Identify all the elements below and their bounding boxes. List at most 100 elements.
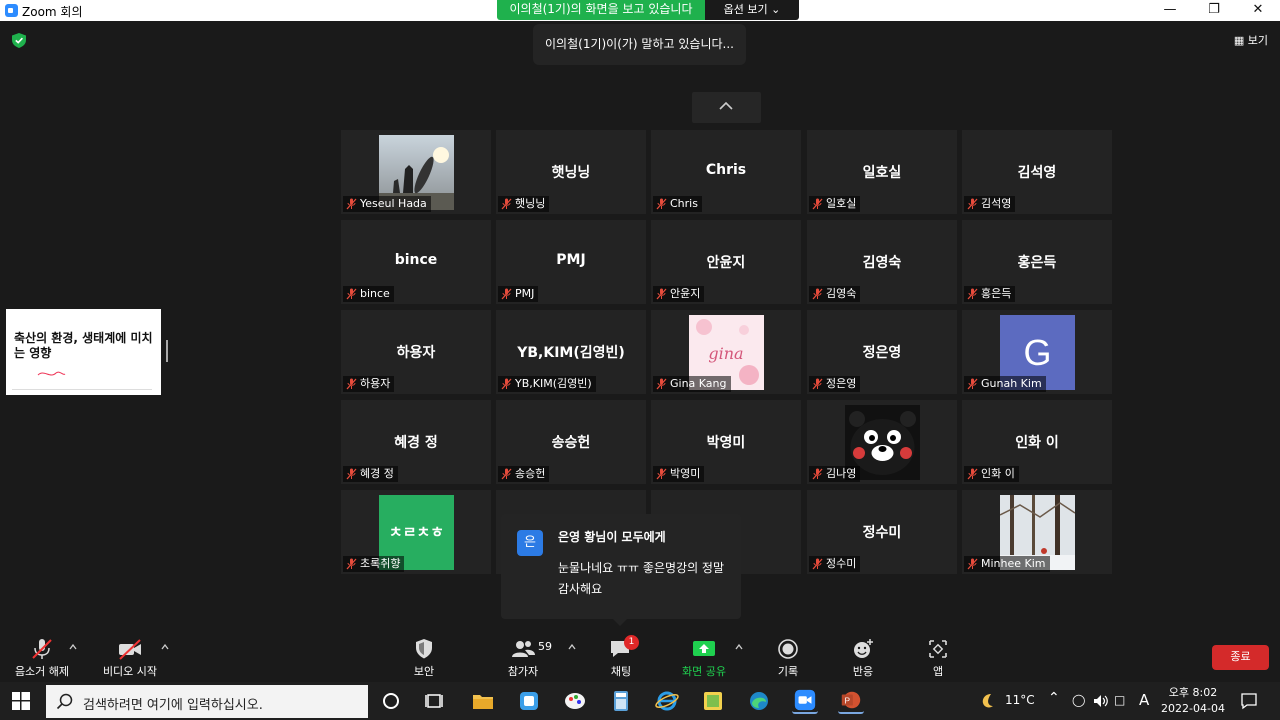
calculator-icon[interactable] bbox=[608, 688, 634, 714]
participant-name-label: 박영미 bbox=[653, 466, 705, 482]
window-title: Zoom 회의 bbox=[22, 5, 83, 19]
taskbar-search-input[interactable]: 검색하려면 여기에 입력하십시오. bbox=[46, 685, 368, 718]
app-blue-icon[interactable] bbox=[516, 688, 542, 714]
security-button[interactable]: 보안 bbox=[400, 632, 448, 679]
participant-name: 김영숙 bbox=[826, 287, 857, 300]
participant-tile[interactable]: Yeseul Hada bbox=[341, 130, 491, 214]
mic-muted-icon bbox=[967, 468, 978, 480]
mic-muted-icon bbox=[346, 198, 357, 210]
mic-muted-icon bbox=[812, 558, 823, 570]
task-view-icon[interactable] bbox=[422, 688, 448, 714]
audio-options-caret-icon[interactable] bbox=[69, 644, 77, 650]
unmute-button[interactable]: 음소거 해제 bbox=[10, 632, 74, 679]
participant-name-label: 초록취향 bbox=[343, 556, 405, 572]
edge-browser-icon[interactable] bbox=[746, 688, 772, 714]
file-explorer-icon[interactable] bbox=[470, 688, 496, 714]
volume-icon[interactable] bbox=[1093, 694, 1109, 708]
participant-name: Minhee Kim bbox=[981, 557, 1046, 570]
mic-muted-icon bbox=[967, 558, 978, 570]
video-options-caret-icon[interactable] bbox=[161, 644, 169, 650]
split-view-handle[interactable] bbox=[166, 340, 168, 362]
chat-label: 채팅 bbox=[610, 665, 632, 678]
participant-tile[interactable]: gina Gina Kang bbox=[651, 310, 801, 394]
participant-name: 하용자 bbox=[360, 377, 391, 390]
participant-tile[interactable]: 일호실 일호실 bbox=[807, 130, 957, 214]
participant-tile[interactable]: 안윤지 안윤지 bbox=[651, 220, 801, 304]
participant-name: Yeseul Hada bbox=[360, 197, 427, 210]
chevron-down-icon: ⌄ bbox=[771, 3, 781, 16]
view-options-button[interactable]: 옵션 보기 ⌄ bbox=[705, 0, 799, 20]
participant-tile[interactable]: 김석영 김석영 bbox=[962, 130, 1112, 214]
weather-temperature[interactable]: 11°C bbox=[1005, 693, 1035, 707]
participant-tile[interactable]: 정은영 정은영 bbox=[807, 310, 957, 394]
share-options-caret-icon[interactable] bbox=[735, 644, 743, 650]
participant-tile[interactable]: Minhee Kim bbox=[962, 490, 1112, 574]
participant-tile[interactable]: Chris Chris bbox=[651, 130, 801, 214]
participant-tile[interactable]: YB,KIM(김영빈) YB,KIM(김영빈) bbox=[496, 310, 646, 394]
participant-tile[interactable]: 혜경 정 혜경 정 bbox=[341, 400, 491, 484]
participant-name-label: 정은영 bbox=[809, 376, 861, 392]
mic-muted-icon bbox=[346, 378, 357, 390]
reactions-label: 반응 bbox=[852, 665, 874, 678]
participant-tile[interactable]: bince bince bbox=[341, 220, 491, 304]
participant-photo-text: ㅊㄹㅊㅎ bbox=[388, 523, 445, 541]
chat-notification[interactable]: 은 은영 황님이 모두에게 눈물나네요 ㅠㅠ 좋은명강의 정말 감사해요 bbox=[501, 514, 741, 626]
taskbar-clock[interactable]: 오후 8:02 2022-04-04 bbox=[1158, 685, 1228, 717]
mic-muted-icon bbox=[812, 288, 823, 300]
end-meeting-button[interactable]: 종료 bbox=[1212, 645, 1269, 670]
cortana-icon[interactable] bbox=[378, 688, 404, 714]
internet-explorer-icon[interactable] bbox=[654, 688, 680, 714]
participant-tile[interactable]: 홍은득 홍은득 bbox=[962, 220, 1112, 304]
participant-tile[interactable]: G Gunah Kim bbox=[962, 310, 1112, 394]
participant-tile[interactable]: 송승헌 송승헌 bbox=[496, 400, 646, 484]
windows-start-icon[interactable] bbox=[12, 692, 30, 710]
reactions-button[interactable]: 반응 bbox=[841, 632, 885, 679]
powerpoint-icon[interactable]: P bbox=[838, 688, 864, 714]
participants-caret-icon[interactable] bbox=[568, 644, 576, 650]
participant-name-label: 햇닝닝 bbox=[498, 196, 550, 212]
ime-indicator[interactable]: A bbox=[1139, 691, 1149, 709]
unmute-label: 음소거 해제 bbox=[14, 665, 70, 678]
mic-muted-icon bbox=[812, 468, 823, 480]
start-video-button[interactable]: 비디오 시작 bbox=[98, 632, 162, 679]
search-icon bbox=[56, 693, 73, 710]
network-icon[interactable]: □ bbox=[1114, 693, 1125, 707]
sticky-notes-icon[interactable] bbox=[700, 688, 726, 714]
shared-screen-thumbnail[interactable]: 축산의 환경, 생태계에 미치는 영향 bbox=[6, 309, 161, 395]
participant-tile[interactable]: PMJ PMJ bbox=[496, 220, 646, 304]
restore-icon[interactable]: ❐ bbox=[1192, 0, 1236, 21]
shield-icon bbox=[416, 639, 432, 659]
participant-name: 송승헌 bbox=[515, 467, 546, 480]
participant-tile[interactable]: 김나영 bbox=[807, 400, 957, 484]
participant-count: 59 bbox=[538, 640, 552, 653]
view-button[interactable]: ▦ 보기 bbox=[1234, 32, 1268, 48]
participant-name-label: Yeseul Hada bbox=[343, 196, 431, 212]
participant-display-name: PMJ bbox=[556, 252, 586, 268]
zoom-taskbar-icon[interactable] bbox=[792, 688, 818, 714]
tray-device-icon[interactable]: ◯ bbox=[1072, 693, 1085, 707]
participant-tile[interactable]: 하용자 하용자 bbox=[341, 310, 491, 394]
participant-tile[interactable]: 햇닝닝 햇닝닝 bbox=[496, 130, 646, 214]
participant-name: 안윤지 bbox=[670, 287, 701, 300]
encryption-shield-icon[interactable] bbox=[12, 33, 26, 48]
apps-button[interactable]: 앱 bbox=[916, 632, 960, 679]
participant-tile[interactable]: 박영미 박영미 bbox=[651, 400, 801, 484]
record-button[interactable]: 기록 bbox=[766, 632, 810, 679]
clock-time: 오후 8:02 bbox=[1168, 686, 1218, 699]
participant-tile[interactable]: 정수미 정수미 bbox=[807, 490, 957, 574]
gallery-page-up-button[interactable] bbox=[692, 92, 761, 123]
participants-label: 참가자 bbox=[507, 665, 539, 678]
minimize-icon[interactable]: — bbox=[1148, 0, 1192, 21]
close-icon[interactable]: ✕ bbox=[1236, 0, 1280, 21]
weather-moon-icon bbox=[982, 694, 993, 708]
participant-name-label: 혜경 정 bbox=[343, 466, 398, 482]
participant-tile[interactable]: 인화 이 인화 이 bbox=[962, 400, 1112, 484]
participant-name-label: YB,KIM(김영빈) bbox=[498, 376, 596, 392]
participant-tile[interactable]: 김영숙 김영숙 bbox=[807, 220, 957, 304]
participant-tile[interactable]: ㅊㄹㅊㅎ 초록취향 bbox=[341, 490, 491, 574]
notification-center-icon[interactable] bbox=[1240, 692, 1258, 710]
participant-display-name: YB,KIM(김영빈) bbox=[517, 345, 625, 361]
paint-app-icon[interactable] bbox=[562, 688, 588, 714]
share-screen-button[interactable]: 화면 공유 bbox=[676, 632, 732, 679]
tray-expand-chevron-icon[interactable]: ⌃ bbox=[1048, 690, 1060, 706]
